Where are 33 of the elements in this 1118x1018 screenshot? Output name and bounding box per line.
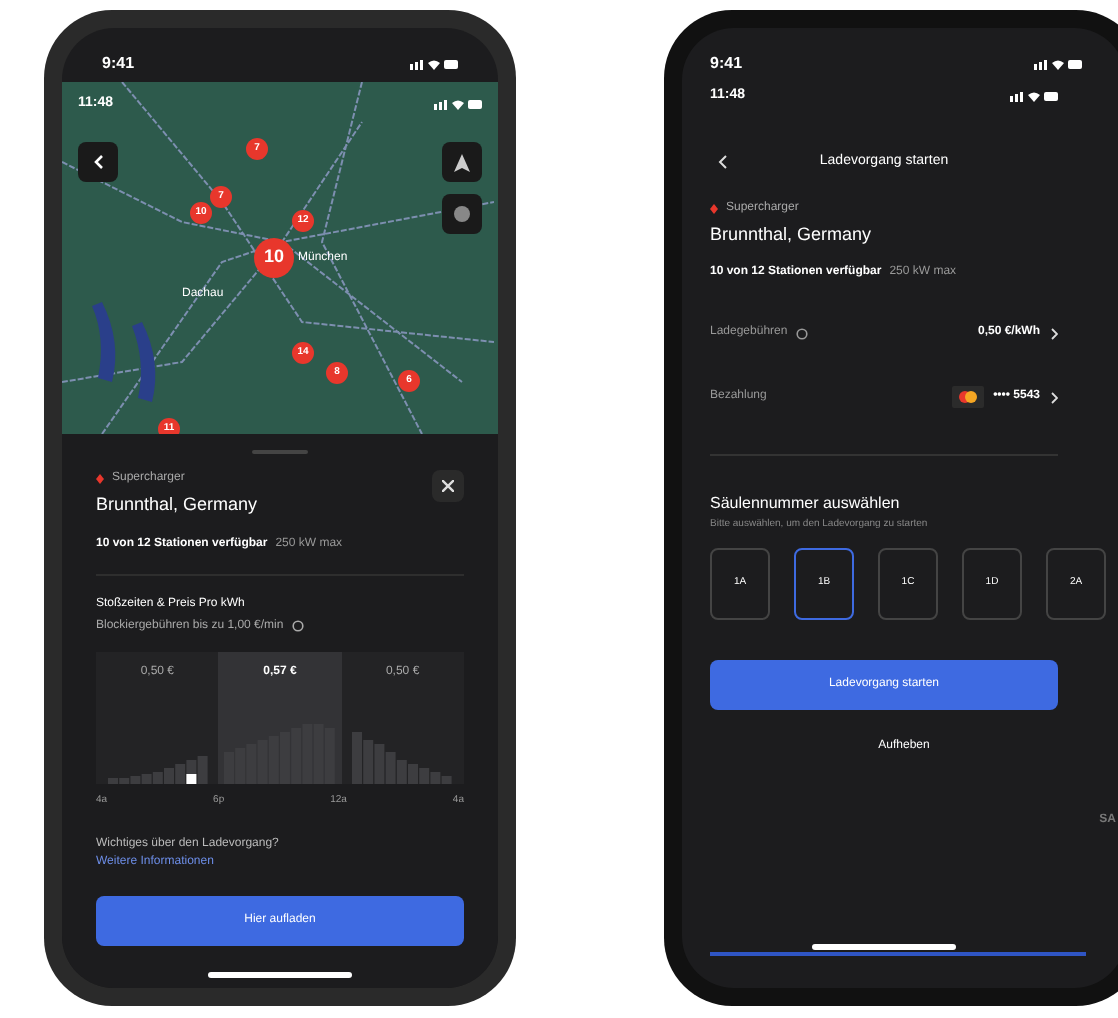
usage-histogram-drawing: [352, 731, 453, 783]
supercharger-icon: [710, 204, 718, 214]
close-icon: [442, 480, 454, 492]
status-icons: [1034, 57, 1082, 69]
help-icon: [454, 206, 470, 222]
chevron-left-icon: [718, 153, 728, 170]
status-time: 9:41: [102, 51, 135, 75]
stall-title: Säulennummer auswählen: [710, 491, 902, 515]
navigation-button[interactable]: [442, 142, 482, 182]
home-indicator: [208, 972, 352, 978]
back-button[interactable]: [718, 153, 728, 170]
info-icon: [291, 620, 304, 632]
usage-histogram-drawing: [107, 755, 208, 783]
station-location: Brunnthal, Germany: [96, 492, 258, 518]
status-icons: [1010, 90, 1058, 103]
chevron-right-icon: [1050, 391, 1058, 403]
status-icons: [410, 57, 458, 69]
supercharger-icon: [96, 474, 104, 484]
info-icon: [795, 327, 808, 339]
chevron-right-icon: [1050, 327, 1058, 339]
chevron-left-icon: [92, 154, 104, 170]
card-logo-icon: [951, 386, 984, 408]
help-button[interactable]: [442, 194, 482, 234]
station-location: Brunnthal, Germany: [710, 222, 874, 248]
back-button[interactable]: [78, 142, 118, 182]
charger-map-pin[interactable]: 10: [254, 238, 294, 278]
usage-histogram-drawing: [224, 723, 336, 783]
home-indicator: [812, 944, 956, 950]
navigation-arrow-icon: [454, 153, 470, 171]
status-time: 9:41: [710, 51, 743, 75]
sheet-handle[interactable]: [252, 450, 308, 454]
status-icons: [434, 98, 482, 111]
close-button[interactable]: [432, 470, 464, 502]
